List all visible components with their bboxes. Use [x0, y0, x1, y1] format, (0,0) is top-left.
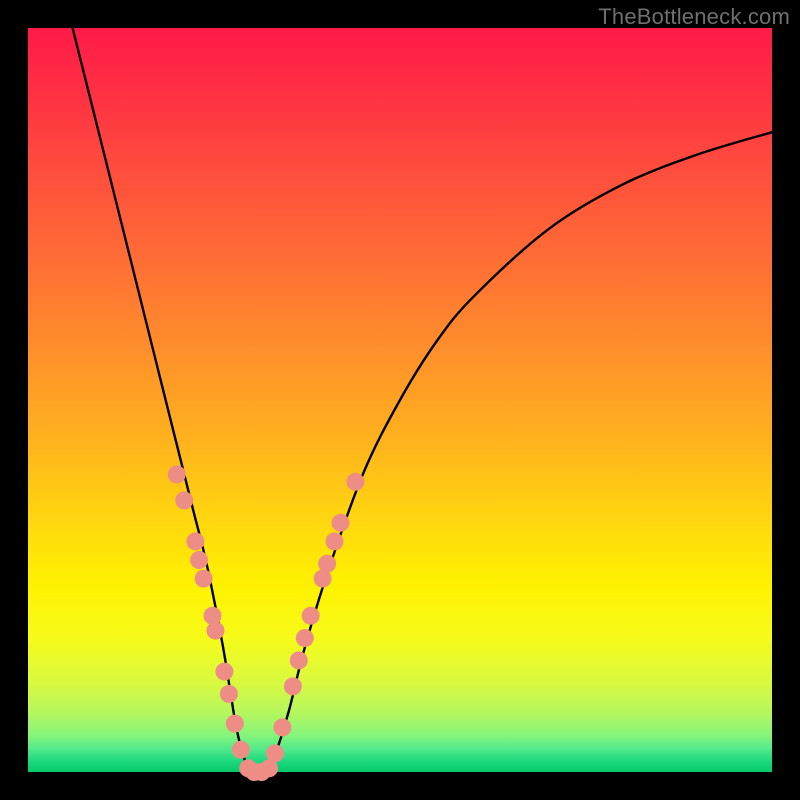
marker-dot [226, 715, 244, 733]
marker-dot [346, 473, 364, 491]
curve-layer [73, 28, 772, 774]
marker-dot [284, 677, 302, 695]
marker-dot [232, 741, 250, 759]
marker-dot [190, 551, 208, 569]
marker-dot [266, 744, 284, 762]
marker-dot [296, 629, 314, 647]
curve-svg [28, 28, 772, 772]
marker-dot [326, 532, 344, 550]
marker-dot [168, 465, 186, 483]
marker-dot [195, 570, 213, 588]
marker-dot [318, 555, 336, 573]
marker-dot [215, 663, 233, 681]
plot-area [28, 28, 772, 772]
marker-dot [175, 491, 193, 509]
marker-dot [207, 622, 225, 640]
marker-dot [332, 514, 350, 532]
marker-dot [290, 651, 308, 669]
marker-dot [204, 607, 222, 625]
chart-frame: TheBottleneck.com [0, 0, 800, 800]
marker-dot [186, 532, 204, 550]
marker-dot [220, 685, 238, 703]
marker-dots [168, 465, 365, 781]
watermark-text: TheBottleneck.com [598, 4, 790, 30]
bottleneck-curve [73, 28, 772, 774]
marker-dot [273, 718, 291, 736]
marker-dot [302, 607, 320, 625]
